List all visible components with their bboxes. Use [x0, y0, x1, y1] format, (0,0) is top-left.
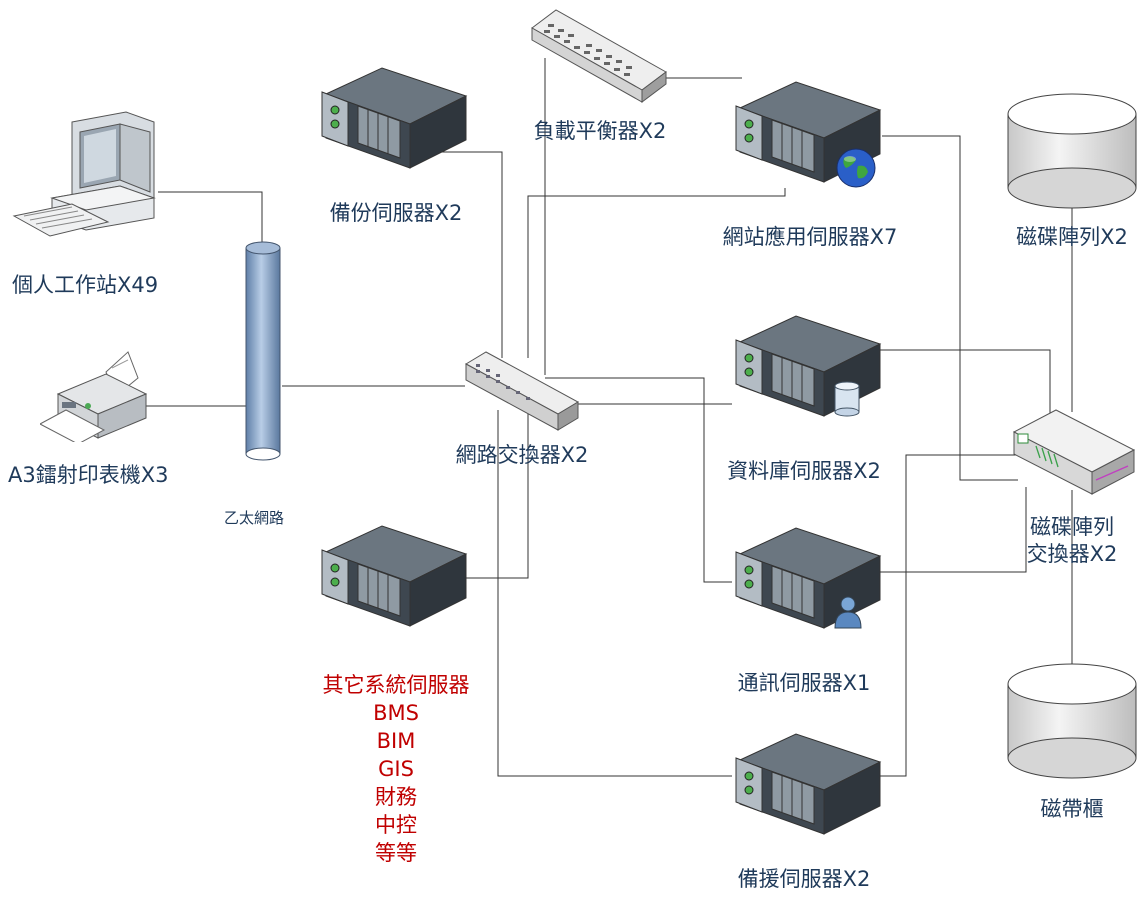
- web-server-label: 網站應用伺服器X7: [722, 225, 898, 249]
- link-workstation-ethernet: [158, 191, 263, 245]
- ethernet-label: 乙太網路: [224, 509, 285, 527]
- network-architecture-diagram: 個人工作站X49 A3鐳射印表機X3 乙太網路 備份伺服器X2 負載平衡器X2 …: [0, 0, 1148, 906]
- load-balancer-label: 負載平衡器X2: [533, 119, 667, 143]
- network-switch-icon: [464, 351, 580, 431]
- link-backup-switch: [412, 151, 503, 358]
- workstation-label: 個人工作站X49: [12, 273, 159, 297]
- tape-cabinet-label: 磁帶櫃: [1040, 797, 1104, 821]
- backup-server-icon: [321, 67, 468, 169]
- disk-array-icon: [1007, 93, 1137, 209]
- san-switch-icon: [1012, 409, 1136, 495]
- other-servers-label-line6: 中控: [375, 813, 417, 837]
- tape-cabinet-icon: [1007, 663, 1137, 779]
- globe-icon: [836, 148, 876, 188]
- printer-icon: [40, 351, 148, 442]
- link-web-san: [882, 135, 1018, 481]
- workstation-computer-icon: [12, 111, 156, 237]
- user-icon: [834, 596, 862, 629]
- other-servers-label-line3: BIM: [376, 729, 416, 753]
- link-standby-san: [876, 454, 1016, 777]
- database-server-label: 資料庫伺服器X2: [727, 459, 881, 483]
- other-system-server-icon: [321, 525, 468, 627]
- communication-server-label: 通訊伺服器X1: [737, 671, 871, 695]
- disk-array-label: 磁碟陣列X2: [1016, 225, 1128, 249]
- link-db-san: [876, 349, 1051, 414]
- printer-label: A3鐳射印表機X3: [8, 463, 169, 487]
- other-servers-label-line5: 財務: [375, 785, 417, 809]
- ethernet-bus-icon: [245, 241, 281, 461]
- san-switch-label-line1: 磁碟陣列: [1030, 515, 1114, 539]
- standby-server-icon: [735, 733, 882, 835]
- network-switch-label: 網路交換器X2: [455, 443, 589, 467]
- database-cylinder-icon: [834, 381, 860, 417]
- other-servers-label-line1: 其它系統伺服器: [322, 673, 470, 697]
- other-servers-label-line4: GIS: [378, 757, 414, 781]
- other-servers-label-line2: BMS: [373, 701, 419, 725]
- standby-server-label: 備援伺服器X2: [737, 867, 871, 891]
- load-balancer-icon: [531, 9, 667, 103]
- san-switch-label-line2: 交換器X2: [1026, 542, 1118, 566]
- other-servers-label-line7: 等等: [375, 841, 417, 865]
- link-comm-san: [876, 487, 1027, 573]
- backup-server-label: 備份伺服器X2: [329, 201, 463, 225]
